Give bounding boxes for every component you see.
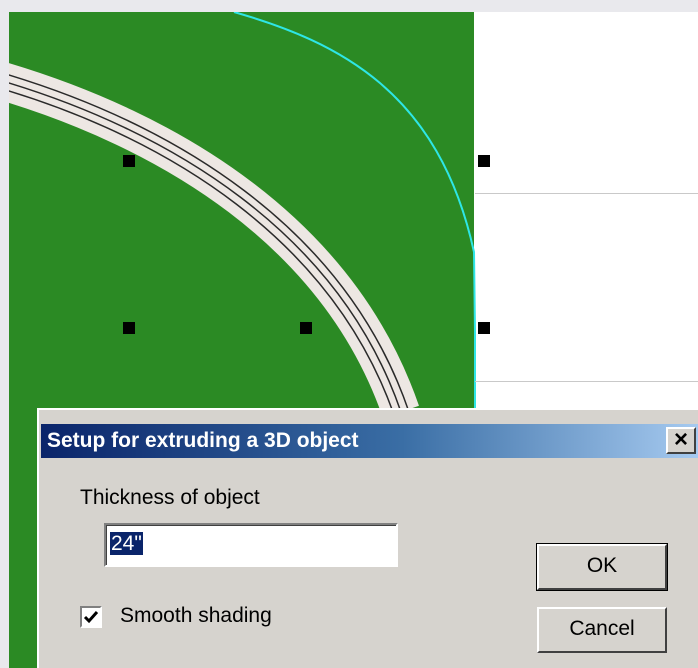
road-line-middle: [9, 82, 402, 413]
thickness-value: 24": [110, 532, 143, 555]
smooth-shading-label: Smooth shading: [120, 604, 272, 627]
selection-handle[interactable]: [123, 155, 135, 167]
selection-handle[interactable]: [123, 322, 135, 334]
smooth-shading-checkbox[interactable]: [80, 606, 102, 628]
divider-line: [475, 193, 698, 194]
thickness-label: Thickness of object: [80, 486, 260, 509]
dialog-titlebar[interactable]: Setup for extruding a 3D object ×: [41, 424, 698, 458]
selection-handle[interactable]: [478, 322, 490, 334]
cancel-button[interactable]: Cancel: [537, 607, 667, 653]
checkmark-icon: [83, 611, 99, 624]
selection-handle[interactable]: [300, 322, 312, 334]
close-icon: ×: [673, 426, 688, 453]
selection-handle[interactable]: [478, 155, 490, 167]
road-line-inner: [9, 90, 394, 413]
ok-button[interactable]: OK: [536, 543, 668, 591]
close-button[interactable]: ×: [666, 427, 696, 454]
dialog-title: Setup for extruding a 3D object: [47, 429, 359, 452]
extrude-dialog: Setup for extruding a 3D object × Thickn…: [37, 408, 698, 668]
thickness-input[interactable]: 24": [104, 523, 398, 567]
divider-line: [475, 381, 698, 382]
curved-road[interactable]: [9, 63, 419, 419]
